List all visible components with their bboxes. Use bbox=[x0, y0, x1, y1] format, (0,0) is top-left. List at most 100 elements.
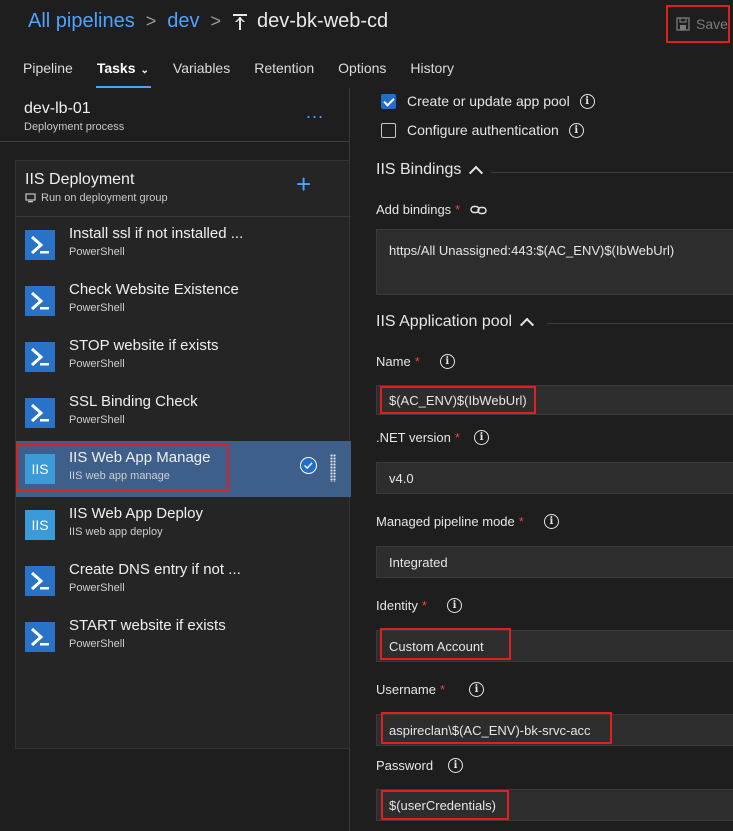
task-title: SSL Binding Check bbox=[69, 393, 198, 410]
tab-label: Pipeline bbox=[23, 60, 73, 76]
configure-auth-label: Configure authentication bbox=[407, 122, 559, 138]
tab-tasks[interactable]: Tasks ⌄ bbox=[95, 60, 151, 88]
task-subtitle: PowerShell bbox=[69, 582, 125, 594]
tab-history[interactable]: History bbox=[410, 60, 454, 88]
breadcrumb-separator: > bbox=[210, 11, 222, 31]
phase-subtitle: Run on deployment group bbox=[25, 192, 168, 204]
powershell-icon bbox=[25, 622, 55, 652]
task-title: Install ssl if not installed ... bbox=[69, 225, 244, 242]
drag-handle-icon[interactable] bbox=[330, 454, 336, 482]
add-bindings-field[interactable]: https/All Unassigned:443:$(AC_ENV)$(IbWe… bbox=[376, 229, 733, 295]
breadcrumb-all-pipelines[interactable]: All pipelines bbox=[28, 10, 135, 33]
powershell-icon bbox=[25, 230, 55, 260]
powershell-icon bbox=[25, 566, 55, 596]
tab-label: Options bbox=[338, 60, 387, 76]
tab-pipeline[interactable]: Pipeline bbox=[23, 60, 73, 88]
label-text: Password bbox=[376, 758, 434, 773]
configure-auth-checkbox[interactable] bbox=[381, 122, 396, 138]
list-item-task[interactable]: Check Website Existence PowerShell bbox=[16, 273, 351, 329]
label-text: Username bbox=[376, 682, 436, 697]
phase-subtitle-text: Run on deployment group bbox=[41, 192, 168, 204]
info-icon[interactable]: i bbox=[446, 598, 462, 613]
highlight-frame bbox=[381, 712, 612, 744]
breadcrumb: All pipelines > dev > dev-bk-web-cd bbox=[28, 10, 388, 33]
info-icon[interactable]: i bbox=[439, 354, 455, 369]
tab-label: Variables bbox=[172, 60, 231, 76]
pipeline-mode-select[interactable]: Integrated bbox=[376, 546, 733, 578]
task-subtitle: PowerShell bbox=[69, 358, 125, 370]
required-mark: * bbox=[439, 682, 446, 697]
info-icon[interactable]: i bbox=[448, 758, 464, 773]
task-subtitle: PowerShell bbox=[69, 302, 125, 314]
list-item-task[interactable]: STOP website if exists PowerShell bbox=[16, 329, 351, 385]
name-label: Name * i bbox=[376, 354, 455, 369]
list-item-task[interactable]: Install ssl if not installed ... PowerSh… bbox=[16, 217, 351, 273]
task-list-panel: dev-lb-01 Deployment process ... IIS Dep… bbox=[0, 88, 351, 831]
chevron-up-icon bbox=[520, 317, 535, 332]
tab-label: Retention bbox=[254, 60, 315, 76]
task-title: Check Website Existence bbox=[69, 281, 239, 298]
pipeline-mode-value: Integrated bbox=[389, 554, 448, 570]
link-icon[interactable] bbox=[470, 204, 487, 216]
list-item-task[interactable]: Create DNS entry if not ... PowerShell bbox=[16, 553, 351, 609]
stage-subtitle: Deployment process bbox=[24, 121, 125, 133]
create-app-pool-label: Create or update app pool bbox=[407, 93, 570, 109]
list-item-task[interactable]: IIS IIS Web App Deploy IIS web app deplo… bbox=[16, 497, 351, 553]
tab-variables[interactable]: Variables bbox=[173, 60, 230, 88]
tab-retention[interactable]: Retention bbox=[254, 60, 314, 88]
info-icon[interactable]: i bbox=[473, 430, 489, 445]
label-text: Name bbox=[376, 354, 411, 369]
task-title: Create DNS entry if not ... bbox=[69, 561, 241, 578]
net-version-label: .NET version * i bbox=[376, 430, 489, 445]
task-title: START website if exists bbox=[69, 617, 226, 634]
pipeline-tabs: Pipeline Tasks ⌄ Variables Retention Opti… bbox=[23, 60, 478, 88]
add-task-button[interactable]: + bbox=[296, 169, 311, 200]
pipeline-mode-label: Managed pipeline mode * i bbox=[376, 514, 559, 529]
more-options-button[interactable]: ... bbox=[306, 102, 324, 123]
stage-name: dev-lb-01 bbox=[24, 100, 91, 117]
create-app-pool-checkbox[interactable] bbox=[381, 93, 396, 109]
deployment-phase: IIS Deployment Run on deployment group +… bbox=[15, 160, 351, 749]
net-version-select[interactable]: v4.0 bbox=[376, 462, 733, 494]
powershell-icon bbox=[25, 342, 55, 372]
highlight-frame bbox=[16, 444, 229, 492]
info-icon[interactable]: i bbox=[543, 514, 559, 529]
required-mark: * bbox=[455, 202, 461, 217]
info-icon[interactable]: i bbox=[469, 682, 485, 697]
task-subtitle: PowerShell bbox=[69, 414, 125, 426]
add-bindings-label: Add bindings * bbox=[376, 202, 487, 217]
required-mark: * bbox=[454, 430, 460, 445]
svg-text:IIS: IIS bbox=[31, 517, 48, 533]
tab-options[interactable]: Options bbox=[338, 60, 386, 88]
section-title: IIS Application pool bbox=[376, 313, 513, 330]
stage-header[interactable]: dev-lb-01 Deployment process ... bbox=[0, 88, 350, 142]
powershell-icon bbox=[25, 286, 55, 316]
info-icon[interactable]: i bbox=[568, 122, 584, 138]
list-item-task-selected[interactable]: IIS IIS Web App Manage IIS web app manag… bbox=[16, 441, 351, 497]
iis-bindings-section-header[interactable]: IIS Bindings bbox=[376, 161, 484, 180]
info-icon[interactable]: i bbox=[579, 93, 595, 109]
list-item-task[interactable]: SSL Binding Check PowerShell bbox=[16, 385, 351, 441]
label-text: Managed pipeline mode bbox=[376, 514, 515, 529]
powershell-icon bbox=[25, 398, 55, 428]
task-title: STOP website if exists bbox=[69, 337, 219, 354]
iis-icon: IIS bbox=[25, 510, 55, 540]
label-text: .NET version bbox=[376, 430, 451, 445]
task-subtitle: PowerShell bbox=[69, 638, 125, 650]
net-version-value: v4.0 bbox=[389, 470, 414, 486]
task-subtitle: IIS web app deploy bbox=[69, 526, 163, 538]
iis-app-pool-section-header[interactable]: IIS Application pool bbox=[376, 313, 535, 332]
save-button[interactable]: Save bbox=[666, 5, 730, 43]
breadcrumb-dev[interactable]: dev bbox=[167, 10, 199, 33]
phase-header[interactable]: IIS Deployment Run on deployment group + bbox=[16, 161, 351, 217]
task-subtitle: PowerShell bbox=[69, 246, 125, 258]
check-circle-icon bbox=[300, 457, 317, 474]
tab-label: Tasks bbox=[96, 60, 136, 76]
breadcrumb-separator: > bbox=[145, 11, 157, 31]
tab-label: History bbox=[410, 60, 454, 76]
list-item-task[interactable]: START website if exists PowerShell bbox=[16, 609, 351, 665]
computer-icon bbox=[25, 193, 36, 203]
divider bbox=[491, 172, 733, 173]
create-app-pool-option: Create or update app pool i bbox=[381, 93, 595, 109]
chevron-up-icon bbox=[469, 165, 484, 180]
